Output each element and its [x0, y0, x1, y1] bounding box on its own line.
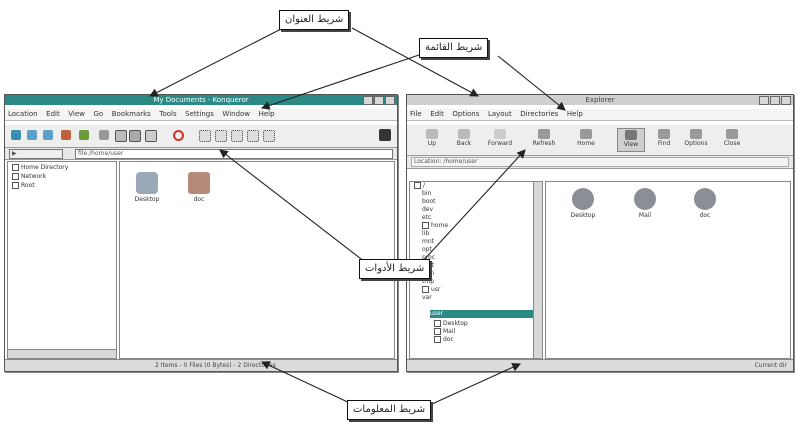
toolbar-callout: شريط الأدوات	[359, 259, 431, 279]
menu-bar-callout: شريط القائمة	[419, 38, 489, 58]
title-bar-callout: شريط العنوان	[279, 10, 350, 30]
callout-arrows	[149, 27, 566, 405]
status-bar-callout: شريط المعلومات	[347, 400, 432, 420]
